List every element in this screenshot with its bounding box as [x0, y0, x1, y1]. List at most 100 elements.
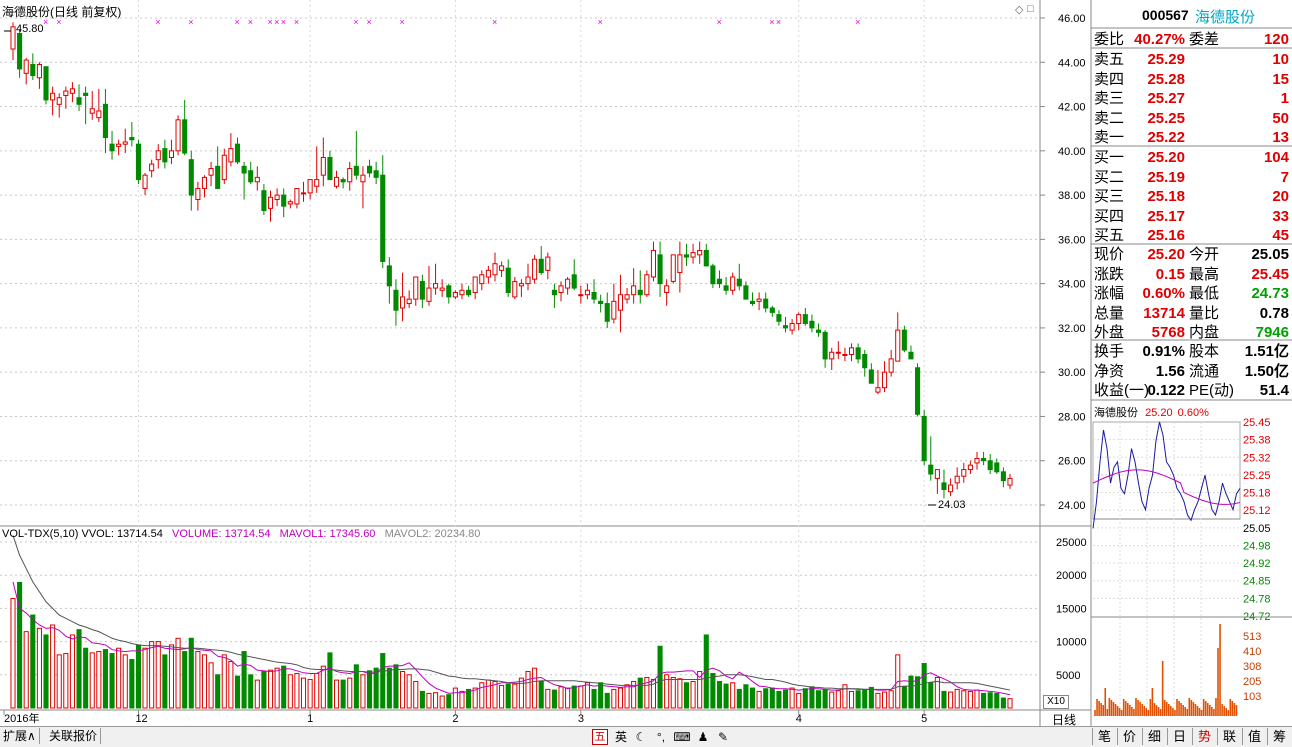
volume-bar: [617, 687, 623, 709]
candle-body: [994, 462, 1000, 473]
expand-tab[interactable]: 扩展∧: [0, 728, 40, 744]
volume-bar: [182, 651, 188, 709]
mavol2-value: MAVOL2: 20234.80: [384, 528, 481, 540]
volume-bar: [948, 691, 954, 709]
sell-qty: 1: [1280, 90, 1289, 108]
right-tab-6[interactable]: 值: [1242, 728, 1266, 745]
volume-bar: [155, 641, 161, 709]
related-quote-tab[interactable]: 关联报价: [46, 728, 102, 744]
candle-body: [551, 289, 557, 296]
volume-bar: [921, 663, 927, 709]
chart-title: 海德股份(日线 前复权): [2, 5, 122, 19]
mini-price-tick: 25.45: [1243, 417, 1271, 429]
signal-marker: ×: [492, 17, 497, 27]
signal-marker: ×: [248, 17, 253, 27]
sell-price: 25.22: [1147, 129, 1185, 147]
candle-body: [366, 165, 373, 174]
volume-bar: [710, 672, 716, 709]
moon-icon[interactable]: ☾: [632, 728, 650, 746]
candle-body: [43, 66, 49, 101]
candle-body: [23, 59, 29, 74]
volume-bar: [459, 690, 465, 709]
mini-price-tick: 25.05: [1243, 523, 1271, 535]
candle-body: [908, 351, 914, 360]
volume-bar: [525, 670, 531, 709]
volume-bar: [320, 665, 326, 709]
candle-body: [446, 285, 452, 298]
volume-bar: [208, 662, 214, 709]
signal-marker: ×: [294, 17, 299, 27]
volume-unit-label: X10: [1043, 695, 1069, 709]
ime-english-icon[interactable]: 英: [612, 728, 630, 746]
candle-body: [307, 179, 313, 194]
mini-price-tick: 24.92: [1243, 558, 1271, 570]
candle-body: [479, 274, 485, 285]
candle-body: [763, 298, 769, 309]
mini-pct: 0.60%: [1177, 407, 1209, 419]
mavol1-value: MAVOL1: 17345.60: [279, 528, 376, 540]
stat-label: 内盘: [1189, 324, 1220, 342]
candle-body: [10, 26, 16, 50]
candle-body: [637, 289, 643, 296]
punctuation-icon[interactable]: °,: [652, 728, 670, 746]
volume-bar: [10, 597, 16, 709]
candle-body: [578, 294, 584, 297]
candle-body: [175, 119, 181, 152]
candle-body: [50, 92, 56, 101]
right-tab-7[interactable]: 筹: [1267, 728, 1291, 745]
right-tab-0[interactable]: 笔: [1092, 728, 1116, 745]
sell-row-5: 卖五 25.29 10: [1092, 50, 1291, 69]
right-tab-3[interactable]: 日: [1167, 728, 1191, 745]
sell-qty: 50: [1272, 109, 1289, 127]
price-tick-label: 34.00: [1058, 279, 1086, 291]
candle-body: [598, 300, 604, 305]
ime-five-stroke-icon[interactable]: 五: [592, 729, 608, 745]
mini-price-tick: 25.18: [1243, 488, 1271, 500]
right-tab-4[interactable]: 势: [1192, 728, 1216, 745]
signal-marker: ×: [234, 17, 239, 27]
sell-row-4: 卖四 25.28 15: [1092, 70, 1291, 89]
fundamental-row: 净资 1.56 流通 1.50亿: [1092, 362, 1291, 381]
candle-body: [466, 289, 472, 296]
candle-body: [261, 190, 267, 212]
user-icon[interactable]: ♟: [694, 728, 712, 746]
volume-bar: [314, 672, 320, 709]
fund-label: PE(动): [1189, 382, 1235, 400]
right-tab-1[interactable]: 价: [1117, 728, 1141, 745]
candle-body: [525, 276, 531, 285]
candle-body: [452, 291, 458, 298]
high-price-label: 45.80: [16, 23, 44, 35]
volume-bar: [875, 692, 881, 709]
vol-indicator-name[interactable]: VOL-TDX(5,10): [2, 528, 78, 540]
right-tab-2[interactable]: 细: [1142, 728, 1166, 745]
mini-price-tick: 25.38: [1243, 435, 1271, 447]
buy-qty: 20: [1272, 188, 1289, 206]
chart-close-icon[interactable]: □: [1027, 3, 1034, 15]
volume-bar: [591, 688, 597, 709]
candle-body: [848, 347, 855, 355]
volume-bar: [815, 690, 822, 709]
weicha-value: 120: [1263, 31, 1289, 48]
sell-qty: 13: [1272, 129, 1289, 147]
volume-bar: [400, 670, 406, 709]
volume-bar: [723, 683, 729, 709]
signal-marker: ×: [353, 17, 358, 27]
candle-body: [281, 194, 287, 207]
mini-chart-header: 海德股份 25.20 0.60%: [1094, 404, 1209, 420]
right-tab-5[interactable]: 联: [1217, 728, 1241, 745]
candle-body: [188, 159, 194, 196]
volume-bar: [789, 687, 795, 709]
keyboard-icon[interactable]: ⌨: [673, 728, 691, 746]
volume-bar: [611, 688, 617, 709]
volume-bar: [413, 680, 419, 709]
stat-value: 25.45: [1251, 265, 1289, 283]
stat-value: 0.15: [1155, 265, 1185, 283]
sell-level-label: 卖四: [1094, 70, 1125, 88]
volume-bar: [135, 644, 141, 709]
wrench-icon[interactable]: ✎: [714, 728, 732, 746]
signal-marker: ×: [281, 17, 286, 27]
candle-body: [241, 165, 247, 174]
stat-label: 外盘: [1094, 324, 1125, 342]
volume-bar: [162, 654, 168, 709]
chart-settings-icon[interactable]: ◇: [1015, 3, 1023, 16]
